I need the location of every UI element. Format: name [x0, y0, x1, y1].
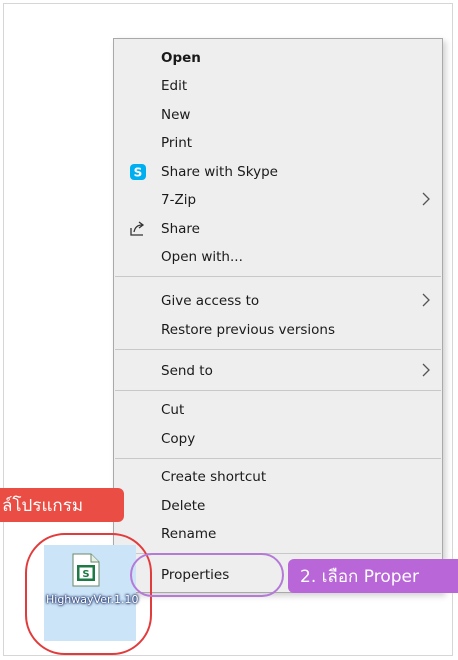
share-icon — [129, 220, 147, 238]
menu-item-copy[interactable]: Copy — [114, 425, 442, 453]
menu-item-label: Rename — [161, 526, 217, 542]
menu-separator — [115, 276, 441, 277]
chevron-right-icon — [419, 189, 433, 209]
menu-item-label: Give access to — [161, 293, 260, 309]
menu-item-rename[interactable]: Rename — [114, 520, 442, 548]
menu-item-label: New — [161, 107, 191, 123]
menu-item-7zip[interactable]: 7-Zip — [114, 186, 442, 214]
menu-separator — [115, 390, 441, 391]
menu-item-cut[interactable]: Cut — [114, 396, 442, 424]
step2-callout: 2. เลือก Proper — [288, 559, 458, 593]
menu-item-restore-previous-versions[interactable]: Restore previous versions — [114, 316, 442, 344]
menu-item-label: Open — [161, 50, 201, 66]
menu-item-label: Restore previous versions — [161, 322, 336, 338]
menu-item-label: Open with... — [161, 249, 243, 265]
menu-item-new[interactable]: New — [114, 101, 442, 129]
chevron-right-icon — [419, 360, 433, 380]
menu-item-send-to[interactable]: Send to — [114, 357, 442, 385]
skype-icon: S — [129, 163, 147, 181]
highlight-oval-properties — [130, 553, 284, 597]
menu-item-open-with[interactable]: Open with... — [114, 243, 442, 271]
menu-item-label: Send to — [161, 363, 213, 379]
menu-separator — [115, 349, 441, 350]
menu-item-share-with-skype[interactable]: S Share with Skype — [114, 158, 442, 186]
menu-item-edit[interactable]: Edit — [114, 72, 442, 100]
menu-item-label: Print — [161, 135, 193, 151]
menu-item-share[interactable]: Share — [114, 215, 442, 243]
menu-item-delete[interactable]: Delete — [114, 492, 442, 520]
context-menu: Open Edit New Print S Share with Skype 7… — [113, 38, 443, 593]
menu-item-label: 7-Zip — [161, 192, 197, 208]
highlight-circle-file — [25, 533, 152, 655]
menu-item-label: Copy — [161, 431, 196, 447]
menu-item-label: Delete — [161, 498, 206, 514]
menu-item-label: Share with Skype — [161, 164, 278, 180]
menu-item-open[interactable]: Open — [114, 44, 442, 72]
desktop: Open Edit New Print S Share with Skype 7… — [0, 0, 458, 660]
menu-item-label: Cut — [161, 402, 185, 418]
chevron-right-icon — [419, 290, 433, 310]
menu-item-label: Create shortcut — [161, 469, 267, 485]
menu-item-print[interactable]: Print — [114, 129, 442, 157]
menu-item-label: Share — [161, 221, 200, 237]
menu-item-create-shortcut[interactable]: Create shortcut — [114, 463, 442, 491]
step1-callout: ล์โปรแกรม — [0, 488, 124, 522]
menu-item-label: Edit — [161, 78, 188, 94]
menu-separator — [115, 458, 441, 459]
svg-text:S: S — [134, 166, 143, 180]
menu-item-give-access-to[interactable]: Give access to — [114, 287, 442, 315]
